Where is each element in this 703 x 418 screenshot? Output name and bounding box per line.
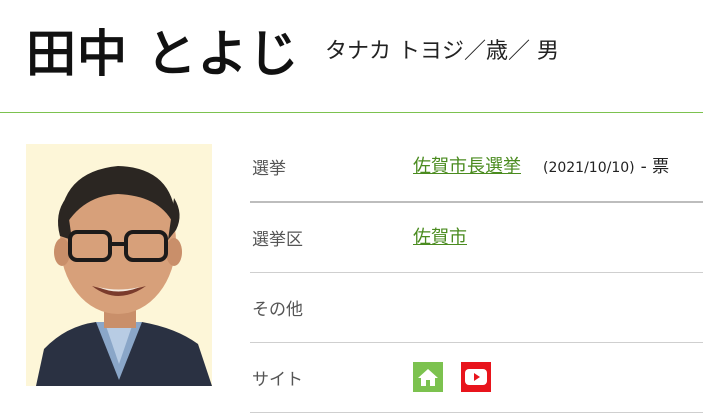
site-label: サイト: [252, 370, 303, 390]
election-date: (2021/10/10): [543, 160, 635, 176]
vote-count: - 票: [640, 157, 670, 177]
district-link[interactable]: 佐賀市: [413, 227, 467, 248]
election-row: 選挙 佐賀市長選挙 (2021/10/10) - 票: [250, 132, 703, 203]
district-value: 佐賀市: [413, 223, 467, 249]
candidate-kana-age-gender: タナカ トヨジ／歳／ 男: [325, 39, 559, 64]
candidate-details-table: 選挙 佐賀市長選挙 (2021/10/10) - 票 選挙区 佐賀市 その他 サイト: [250, 132, 703, 413]
other-label: その他: [252, 300, 303, 320]
profile-header: 田中 とよじ タナカ トヨジ／歳／ 男: [0, 0, 703, 112]
other-row: その他: [250, 273, 703, 343]
header-divider: [0, 112, 703, 113]
youtube-icon[interactable]: [461, 362, 491, 392]
site-icons: [413, 362, 491, 392]
election-label: 選挙: [252, 159, 286, 179]
home-icon[interactable]: [413, 362, 443, 392]
election-link[interactable]: 佐賀市長選挙: [413, 156, 521, 177]
election-value: 佐賀市長選挙 (2021/10/10) - 票: [413, 152, 669, 178]
district-label: 選挙区: [252, 230, 303, 250]
candidate-photo: [26, 144, 212, 386]
district-row: 選挙区 佐賀市: [250, 203, 703, 273]
site-row: サイト: [250, 343, 703, 413]
candidate-name: 田中 とよじ: [26, 25, 300, 83]
